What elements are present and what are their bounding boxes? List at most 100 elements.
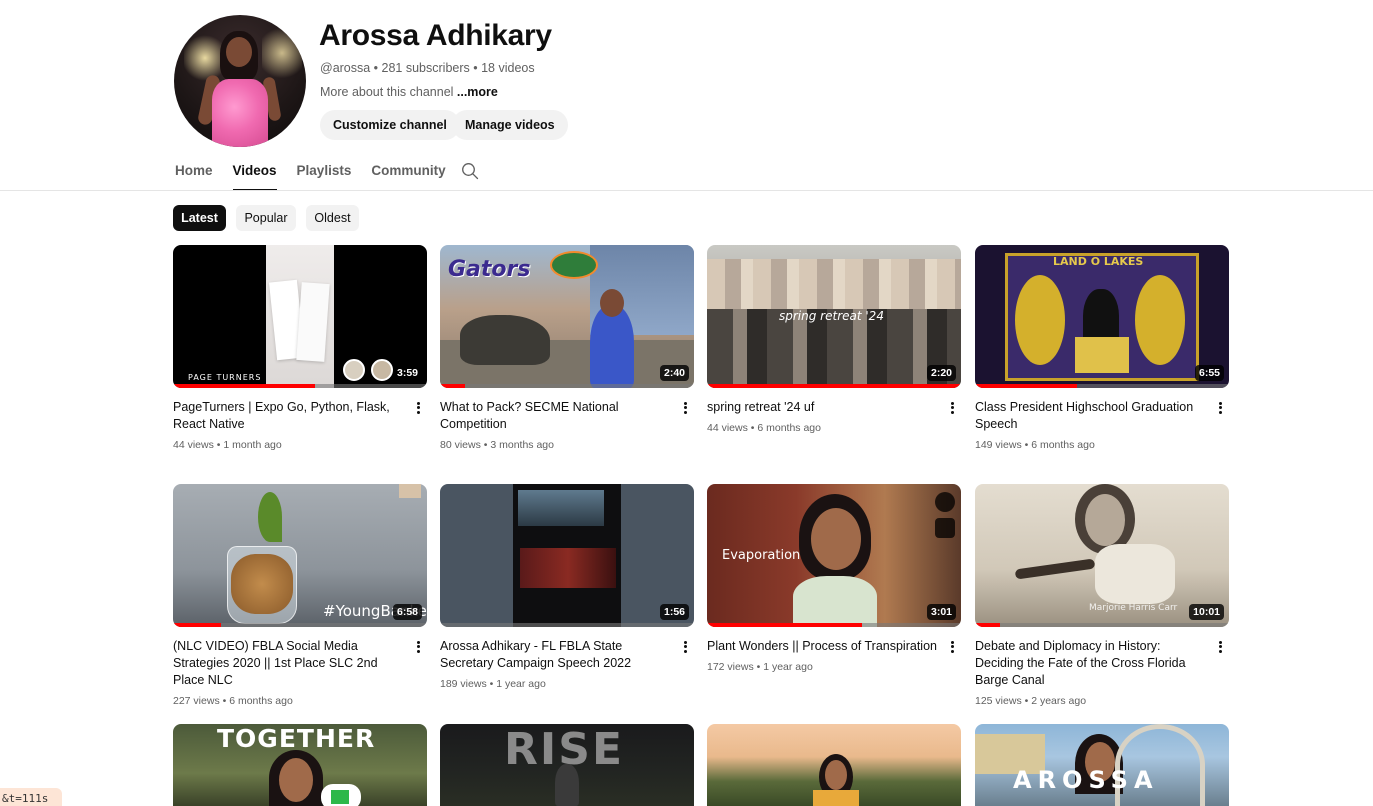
customize-channel-button[interactable]: Customize channel [320, 110, 460, 140]
video-thumbnail[interactable]: #YoungBankers 6:58 [173, 484, 427, 627]
more-actions-icon[interactable] [413, 400, 423, 416]
thumbnail-gator-logo [550, 251, 598, 279]
video-title[interactable]: spring retreat '24 uf [707, 399, 939, 416]
video-card[interactable]: AROSSA [975, 724, 1229, 806]
more-actions-icon[interactable] [947, 400, 957, 416]
manage-videos-button[interactable]: Manage videos [452, 110, 568, 140]
video-card[interactable]: LAND O LAKES 6:55 Class President Highsc… [975, 245, 1229, 451]
video-thumbnail[interactable]: LAND O LAKES 6:55 [975, 245, 1229, 388]
video-card[interactable]: spring retreat '24 2:20 spring retreat '… [707, 245, 961, 434]
video-thumbnail[interactable]: Marjorie Harris Carr 10:01 [975, 484, 1229, 627]
tab-community[interactable]: Community [371, 160, 445, 191]
video-info: What to Pack? SECME National Competition… [440, 399, 672, 454]
channel-description[interactable]: More about this channel ...more [320, 85, 498, 99]
thumbnail-overlay-text: RISE [504, 724, 624, 775]
video-meta: 125 views • 2 years ago [975, 695, 1087, 707]
watch-progress-bar [707, 384, 961, 388]
video-thumbnail[interactable]: Gators 2:40 [440, 245, 694, 388]
watch-progress-bar [707, 623, 862, 627]
tab-videos[interactable]: Videos [232, 160, 277, 191]
thumbnail-face [811, 508, 861, 570]
channel-meta: @arossa • 281 subscribers • 18 videos [320, 61, 535, 75]
check-icon [331, 790, 349, 804]
thumbnail-plant [258, 492, 282, 542]
video-card[interactable]: TOGETHER [173, 724, 427, 806]
thumbnail-inset-cam [399, 484, 421, 498]
more-actions-icon[interactable] [1215, 639, 1225, 655]
video-title[interactable]: Debate and Diplomacy in History: Decidin… [975, 638, 1207, 689]
progress-track [440, 384, 694, 388]
video-title[interactable]: Plant Wonders || Process of Transpiratio… [707, 638, 939, 655]
thumbnail-face [600, 289, 624, 317]
video-card[interactable]: PAGE TURNERS 3:59 PageTurners | Expo Go,… [173, 245, 427, 451]
more-actions-icon[interactable] [680, 639, 690, 655]
thumbnail-face [1085, 494, 1125, 546]
video-thumbnail[interactable]: 1:56 [440, 484, 694, 627]
video-thumbnail[interactable]: PAGE TURNERS 3:59 [173, 245, 427, 388]
video-info: spring retreat '24 uf 44 views • 6 month… [707, 399, 939, 437]
video-meta: 80 views • 3 months ago [440, 439, 554, 451]
video-card[interactable]: Gators 2:40 What to Pack? SECME National… [440, 245, 694, 451]
tab-playlists[interactable]: Playlists [297, 160, 352, 191]
url-hint: &t=111s [0, 788, 62, 806]
avatar-dress [212, 79, 268, 147]
watch-later-icon[interactable] [935, 492, 955, 512]
video-card[interactable] [707, 724, 961, 806]
thumbnail-screen [518, 490, 604, 526]
video-thumbnail[interactable]: spring retreat '24 2:20 [707, 245, 961, 388]
thumbnail-gator-statue [460, 315, 550, 365]
video-title[interactable]: Arossa Adhikary - FL FBLA State Secretar… [440, 638, 672, 672]
thumbnail-overlay-text: Evaporation [722, 548, 801, 563]
video-title[interactable]: (NLC VIDEO) FBLA Social Media Strategies… [173, 638, 405, 689]
video-card[interactable]: RISE [440, 724, 694, 806]
video-meta: 227 views • 6 months ago [173, 695, 293, 707]
video-info: (NLC VIDEO) FBLA Social Media Strategies… [173, 638, 405, 710]
video-info: Class President Highschool Graduation Sp… [975, 399, 1207, 454]
channel-name: Arossa Adhikary [319, 19, 552, 52]
more-link[interactable]: ...more [457, 85, 498, 99]
add-to-queue-icon[interactable] [935, 518, 955, 538]
video-title[interactable]: PageTurners | Expo Go, Python, Flask, Re… [173, 399, 405, 433]
video-info: Arossa Adhikary - FL FBLA State Secretar… [440, 638, 672, 693]
video-thumbnail[interactable]: Evaporation 3:01 [707, 484, 961, 627]
thumbnail-avatar [371, 359, 393, 381]
search-icon[interactable] [461, 162, 479, 180]
avatar-light [262, 23, 302, 83]
channel-description-text: More about this channel [320, 85, 457, 99]
thumbnail-overlay-text: AROSSA [1013, 766, 1159, 794]
video-card[interactable]: 1:56 Arossa Adhikary - FL FBLA State Sec… [440, 484, 694, 690]
more-actions-icon[interactable] [413, 639, 423, 655]
video-card[interactable]: Evaporation 3:01 Plant Wonders || Proces… [707, 484, 961, 673]
thumbnail-room-lights [520, 548, 616, 588]
more-actions-icon[interactable] [680, 400, 690, 416]
thumbnail-overlay-text: LAND O LAKES [1053, 255, 1144, 268]
video-duration: 2:40 [659, 365, 689, 381]
video-meta: 149 views • 6 months ago [975, 439, 1095, 451]
chip-latest[interactable]: Latest [173, 205, 226, 231]
video-thumbnail[interactable]: RISE [440, 724, 694, 806]
channel-avatar[interactable] [174, 15, 306, 147]
thumbnail-arm [1014, 558, 1096, 580]
video-card[interactable]: Marjorie Harris Carr 10:01 Debate and Di… [975, 484, 1229, 707]
video-thumbnail[interactable] [707, 724, 961, 806]
thumbnail-shirt [813, 790, 859, 806]
chip-oldest[interactable]: Oldest [306, 205, 359, 231]
video-title[interactable]: What to Pack? SECME National Competition [440, 399, 672, 433]
watch-progress-bar [975, 384, 1077, 388]
tab-home[interactable]: Home [175, 160, 213, 191]
progress-track [440, 623, 694, 627]
video-thumbnail[interactable]: AROSSA [975, 724, 1229, 806]
more-actions-icon[interactable] [1215, 400, 1225, 416]
video-title[interactable]: Class President Highschool Graduation Sp… [975, 399, 1207, 433]
chip-popular[interactable]: Popular [236, 205, 296, 231]
watch-progress-bar [975, 623, 1001, 627]
more-actions-icon[interactable] [947, 639, 957, 655]
video-duration: 1:56 [659, 604, 689, 620]
video-card[interactable]: #YoungBankers 6:58 (NLC VIDEO) FBLA Soci… [173, 484, 427, 707]
video-meta: 44 views • 1 month ago [173, 439, 282, 451]
video-duration: 6:58 [392, 604, 422, 620]
thumbnail-podium [1075, 337, 1129, 373]
watch-progress-bar [173, 623, 222, 627]
video-thumbnail[interactable]: TOGETHER [173, 724, 427, 806]
video-meta: 44 views • 6 months ago [707, 422, 821, 434]
